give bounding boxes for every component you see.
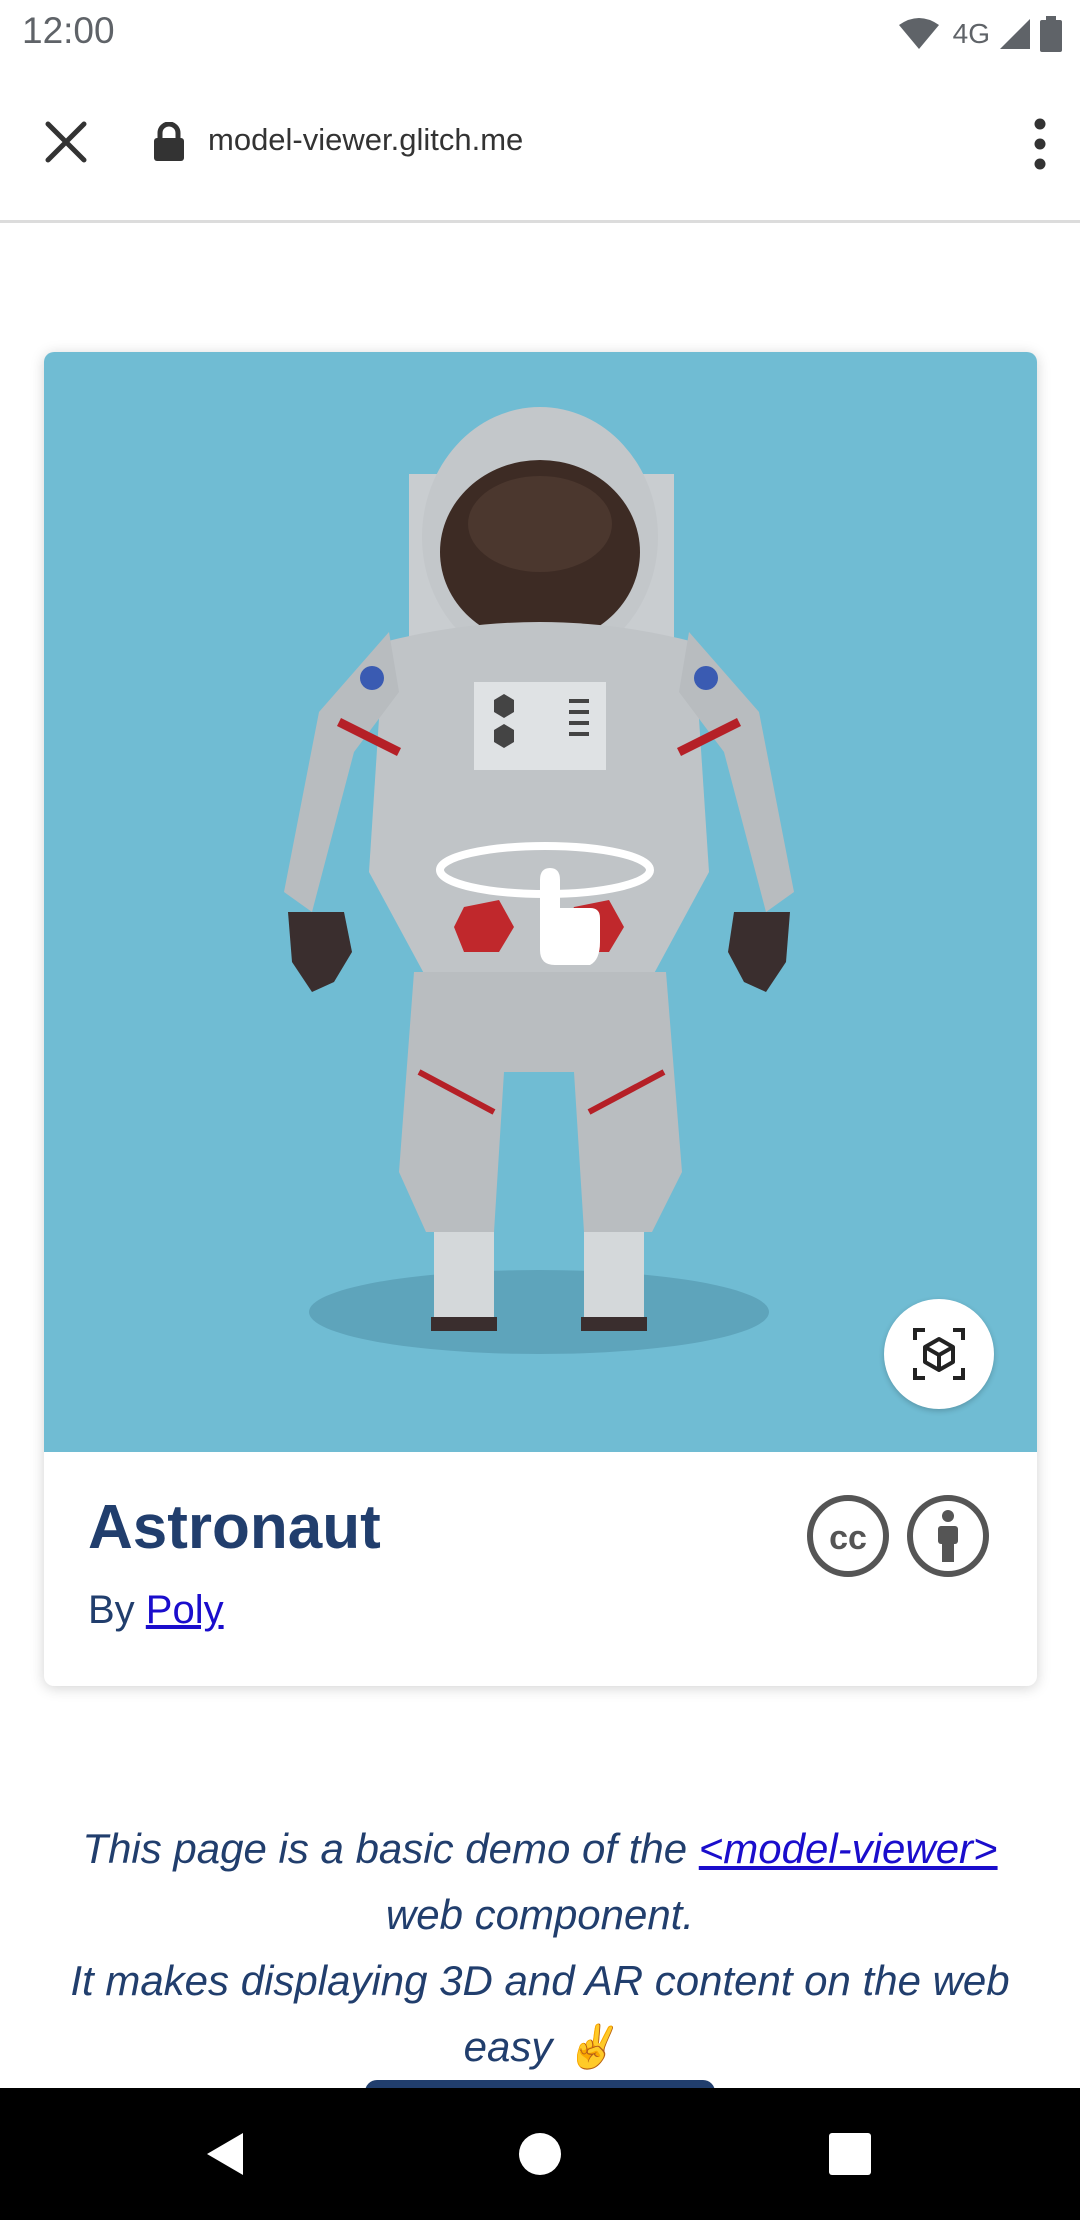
ar-cube-icon <box>913 1328 965 1380</box>
author-prefix: By <box>88 1588 146 1632</box>
ar-button[interactable] <box>884 1299 994 1409</box>
signal-icon <box>1000 19 1030 49</box>
home-icon[interactable] <box>519 2133 561 2175</box>
model-title: Astronaut <box>88 1493 381 1562</box>
description-text-2: web component. <box>385 1891 695 1938</box>
page-description: This page is a basic demo of the <model-… <box>40 1816 1040 2080</box>
navigation-bar <box>0 2088 1080 2220</box>
back-icon[interactable] <box>205 2131 245 2177</box>
status-icons: 4G <box>897 14 1062 54</box>
rotate-gesture-icon <box>436 842 654 965</box>
browser-toolbar: model-viewer.glitch.me <box>0 66 1080 223</box>
wifi-icon <box>898 18 939 49</box>
victory-emoji: ✌️ <box>564 2023 617 2070</box>
status-time: 12:00 <box>22 10 115 51</box>
status-bar: 12:00 4G <box>0 0 1080 66</box>
svg-text:cc: cc <box>829 1519 867 1557</box>
close-icon[interactable] <box>40 116 92 168</box>
more-vert-icon[interactable] <box>1028 116 1052 172</box>
recents-icon[interactable] <box>829 2133 871 2175</box>
lock-icon <box>154 122 184 161</box>
model-author: By Poly <box>88 1588 224 1633</box>
attribution-icon[interactable] <box>906 1494 990 1578</box>
description-text-1: This page is a basic demo of the <box>82 1825 699 1872</box>
description-text-3: It makes displaying 3D and AR content on… <box>70 1957 1010 2070</box>
network-type: 4G <box>952 18 990 49</box>
model-viewer-link[interactable]: <model-viewer> <box>699 1825 998 1872</box>
model-viewer[interactable] <box>44 352 1037 1452</box>
battery-icon <box>1040 16 1062 52</box>
url-text[interactable]: model-viewer.glitch.me <box>208 122 523 158</box>
cc-icon[interactable]: cc <box>806 1494 890 1578</box>
author-link[interactable]: Poly <box>146 1588 224 1632</box>
model-card: Astronaut By Poly cc <box>44 352 1037 1686</box>
